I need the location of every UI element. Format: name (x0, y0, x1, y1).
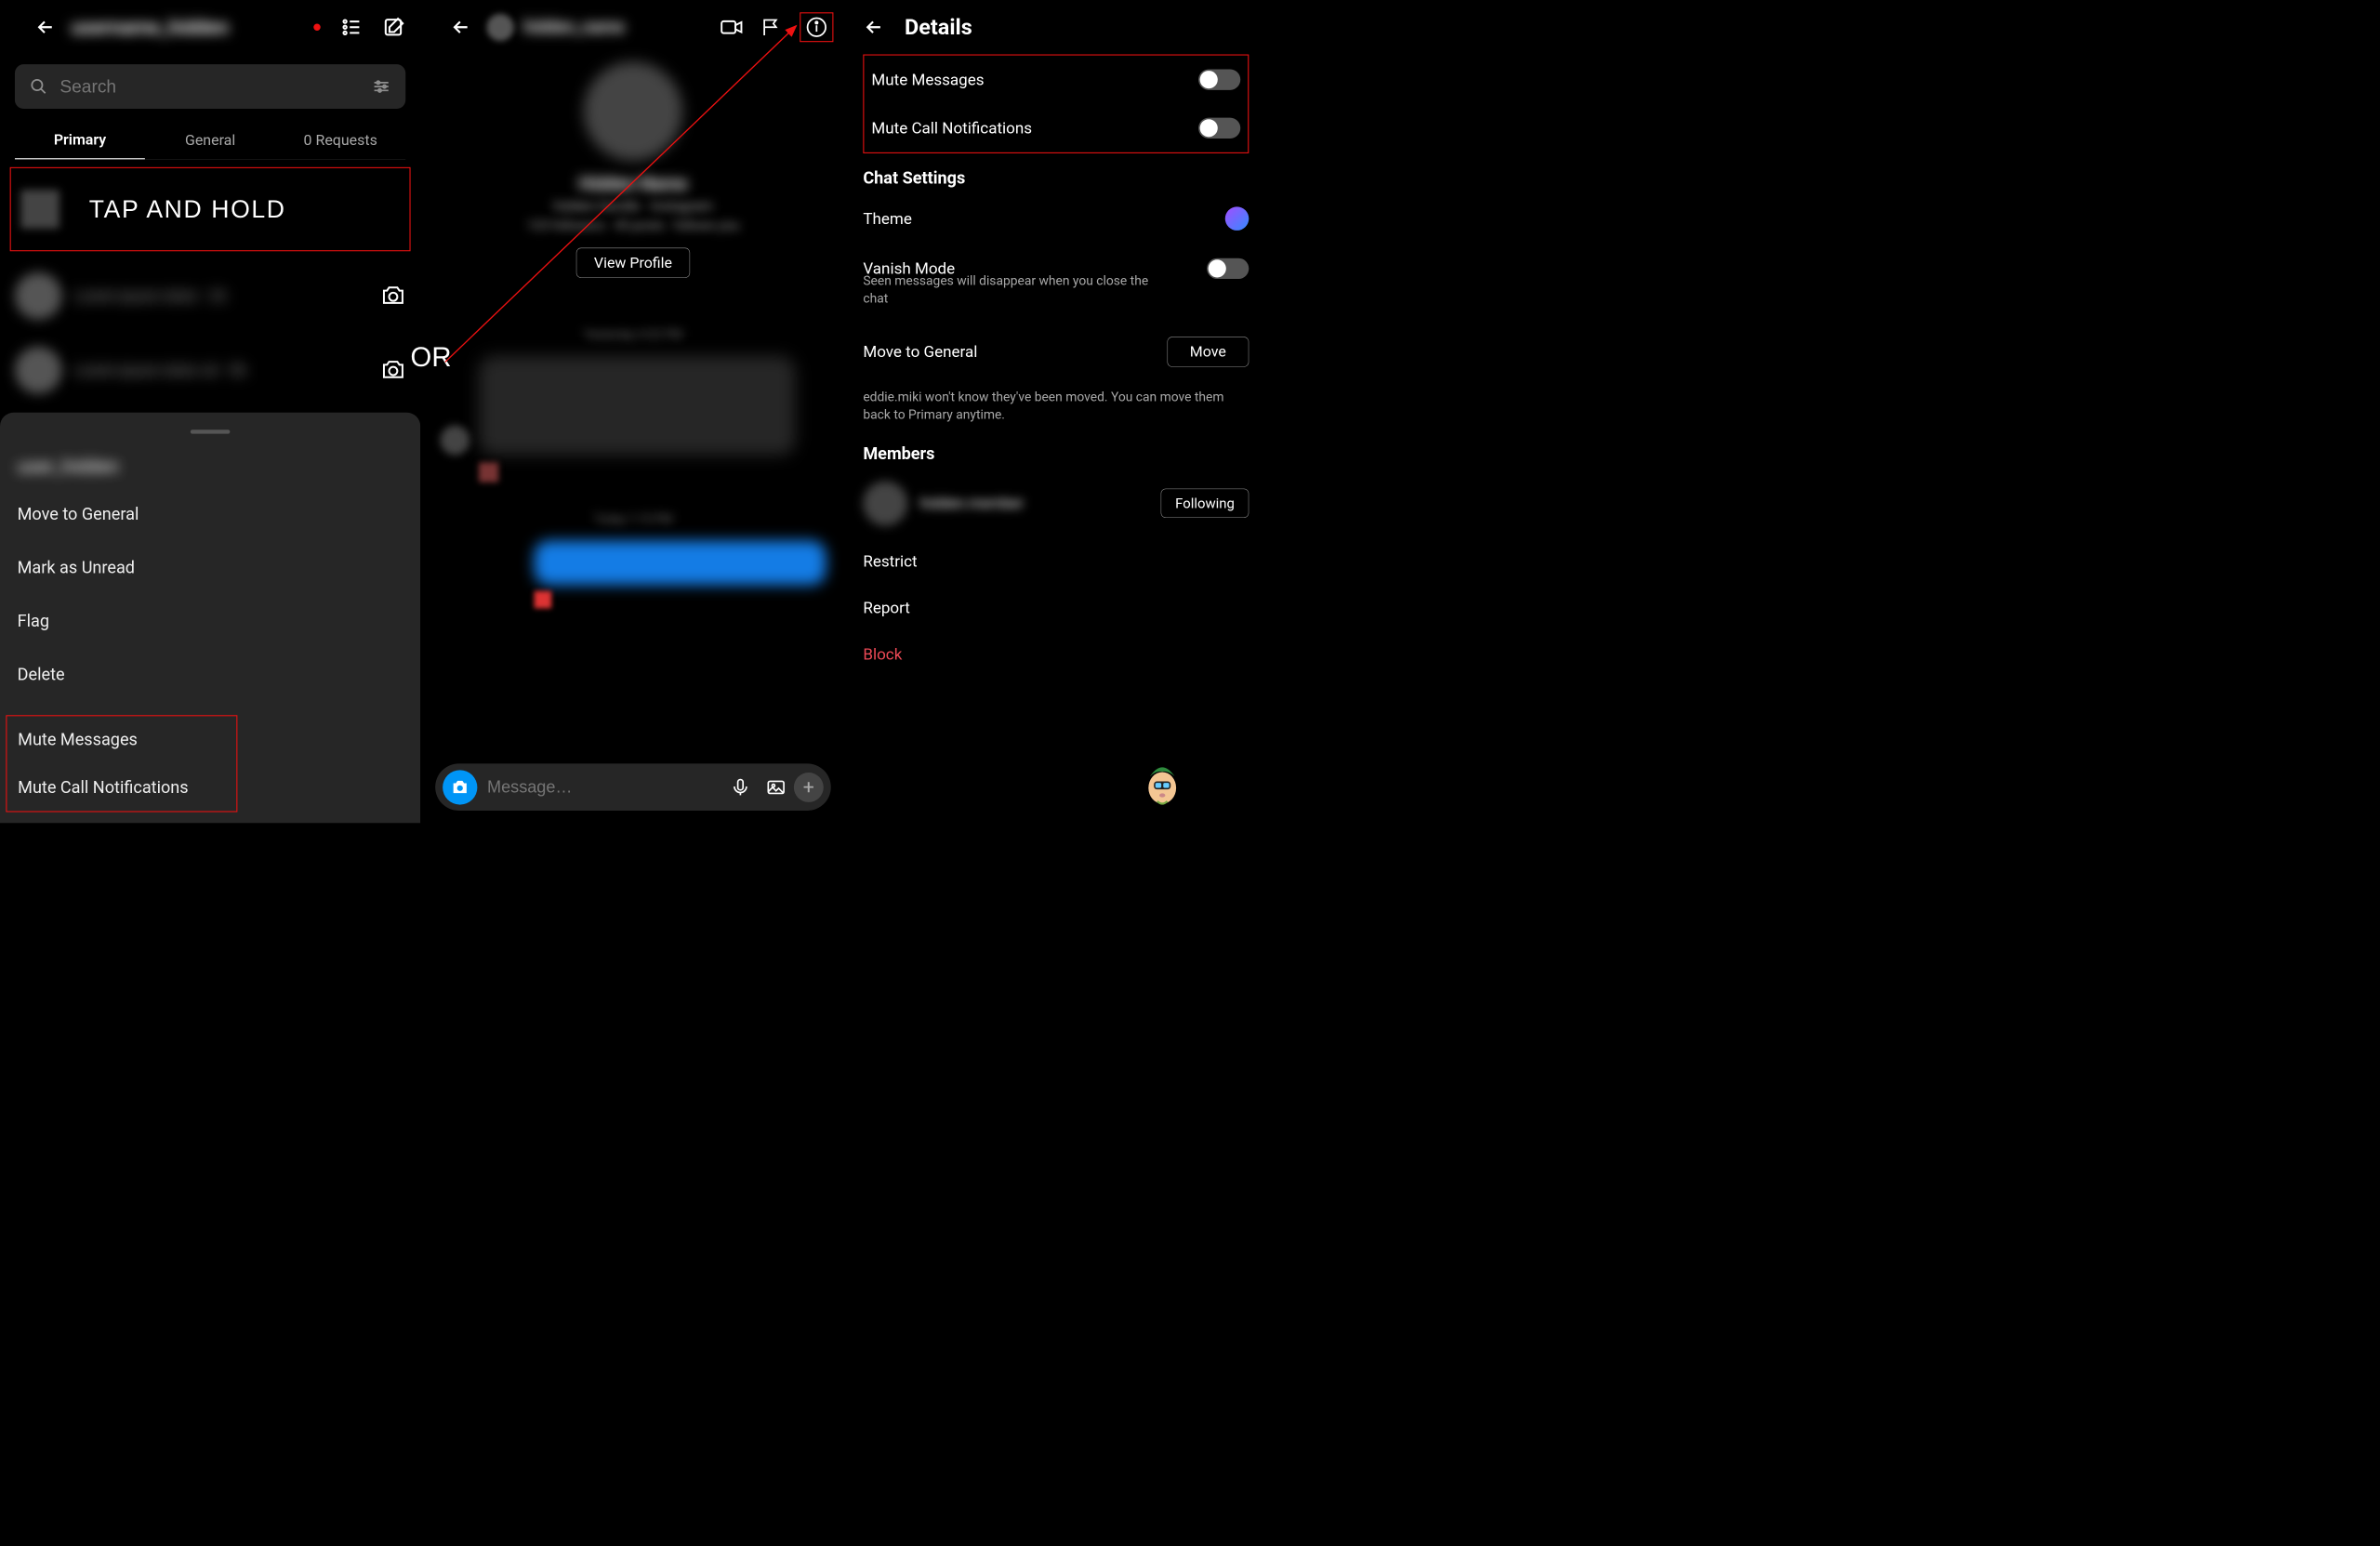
conversation-row[interactable]: Lorem ipsum dolor · 2h (15, 258, 405, 333)
video-call-icon[interactable] (720, 15, 744, 39)
view-profile-button[interactable]: View Profile (576, 248, 690, 278)
chat-avatar[interactable] (486, 14, 513, 41)
inbox-tabs: Primary General 0 Requests (15, 121, 405, 159)
tab-requests[interactable]: 0 Requests (275, 122, 405, 159)
tap-hold-callout[interactable]: TAP AND HOLD (10, 167, 411, 251)
search-icon (30, 78, 47, 96)
conversation-preview: Lorem ipsum dolor sit · 5h (74, 362, 246, 379)
back-icon[interactable] (863, 17, 884, 38)
gallery-icon[interactable] (766, 777, 787, 798)
compose-icon[interactable] (383, 16, 405, 38)
sheet-delete[interactable]: Delete (18, 648, 403, 701)
chat-settings-heading: Chat Settings (863, 168, 1249, 188)
profile-name: Hidden Name (420, 173, 846, 193)
dm-inbox-panel: username_hidden Primary General 0 Reques… (0, 0, 420, 823)
details-panel: Details Mute Messages Mute Call Notifica… (846, 0, 1266, 823)
conversation-row[interactable]: Lorem ipsum dolor sit · 5h (15, 333, 405, 407)
back-icon[interactable] (450, 17, 471, 38)
following-button[interactable]: Following (1161, 489, 1250, 518)
chat-title[interactable]: hidden_name (523, 18, 702, 37)
mute-messages-row: Mute Messages (871, 56, 1240, 104)
message-bubble (479, 356, 795, 455)
camera-icon[interactable] (381, 284, 406, 309)
sheet-flag[interactable]: Flag (18, 594, 403, 647)
avatar (440, 426, 469, 456)
filter-icon[interactable] (372, 77, 390, 96)
timestamp: Yesterday 4:32 PM (440, 327, 826, 341)
profile-handle: hidden.handle · Instagram (420, 198, 846, 215)
chat-header: hidden_name (420, 0, 846, 55)
mute-calls-row: Mute Call Notifications (871, 104, 1240, 152)
move-general-desc: eddie.miki won't know they've been moved… (863, 389, 1249, 425)
info-icon[interactable] (800, 12, 833, 42)
sheet-username: user_hidden (18, 456, 403, 478)
mute-toggles-callout: Mute Messages Mute Call Notifications (863, 55, 1249, 153)
members-heading: Members (863, 444, 1249, 464)
profile-stats: 123 followers · 45 posts · follows you (420, 218, 846, 233)
sheet-move-general[interactable]: Move to General (18, 488, 403, 541)
avatar (20, 190, 59, 228)
messages-area: Yesterday 4:32 PM Today 1:15 PM (420, 278, 846, 608)
tap-hold-label: TAP AND HOLD (89, 195, 286, 224)
theme-label: Theme (863, 209, 912, 228)
sheet-mark-unread[interactable]: Mark as Unread (18, 541, 403, 594)
message-input[interactable] (477, 777, 722, 797)
message-composer: + (435, 763, 831, 811)
chat-thread-panel: hidden_name Hidden Name hidden.handle · … (420, 0, 846, 823)
avatar[interactable] (863, 481, 907, 525)
timestamp: Today 1:15 PM (440, 512, 826, 526)
avatar (15, 272, 62, 320)
search-bar[interactable] (15, 64, 405, 109)
mute-calls-toggle[interactable] (1198, 118, 1240, 139)
flag-icon[interactable] (760, 17, 782, 38)
reaction[interactable] (535, 591, 552, 609)
mic-icon[interactable] (730, 777, 750, 798)
mute-messages-label: Mute Messages (871, 71, 984, 89)
member-name: hidden.member (920, 495, 1161, 512)
account-name[interactable]: username_hidden (72, 16, 368, 39)
mascot-watermark (1140, 760, 1184, 810)
move-general-row: Move to General Move (863, 323, 1249, 380)
details-title: Details (905, 14, 972, 40)
tab-general[interactable]: General (145, 122, 275, 159)
incoming-message[interactable] (440, 356, 826, 455)
mute-messages-toggle[interactable] (1198, 69, 1240, 89)
conversation-preview: Lorem ipsum dolor · 2h (74, 287, 227, 305)
sheet-handle[interactable] (191, 429, 231, 433)
details-header: Details (846, 0, 1266, 55)
vanish-sub: Seen messages will disappear when you cl… (863, 272, 1170, 309)
back-icon[interactable] (34, 17, 56, 38)
member-row: hidden.member Following (863, 469, 1249, 537)
move-button[interactable]: Move (1167, 337, 1249, 366)
theme-row[interactable]: Theme (863, 192, 1249, 244)
move-general-label: Move to General (863, 342, 977, 361)
camera-button[interactable] (443, 770, 477, 804)
report-row[interactable]: Report (863, 585, 1249, 631)
tab-primary[interactable]: Primary (15, 121, 145, 159)
mute-options-callout: Mute Messages Mute Call Notifications (6, 715, 237, 812)
mute-calls-label: Mute Call Notifications (871, 119, 1032, 138)
context-sheet: user_hidden Move to General Mark as Unre… (0, 413, 420, 824)
sheet-mute-calls[interactable]: Mute Call Notifications (7, 763, 236, 811)
sheet-mute-messages[interactable]: Mute Messages (7, 716, 236, 763)
camera-icon[interactable] (381, 358, 406, 383)
inbox-header: username_hidden (0, 0, 420, 55)
theme-swatch (1225, 206, 1250, 231)
restrict-row[interactable]: Restrict (863, 538, 1249, 585)
more-button[interactable]: + (794, 773, 824, 802)
profile-card: Hidden Name hidden.handle · Instagram 12… (420, 62, 846, 278)
search-input[interactable] (60, 76, 372, 97)
profile-picture[interactable] (584, 62, 682, 161)
avatar (15, 347, 62, 394)
outgoing-message[interactable] (440, 540, 826, 585)
vanish-toggle[interactable] (1207, 258, 1249, 279)
or-label: OR (411, 341, 452, 373)
reaction[interactable] (479, 462, 498, 482)
block-row[interactable]: Block (863, 631, 1249, 678)
message-bubble (535, 540, 826, 585)
